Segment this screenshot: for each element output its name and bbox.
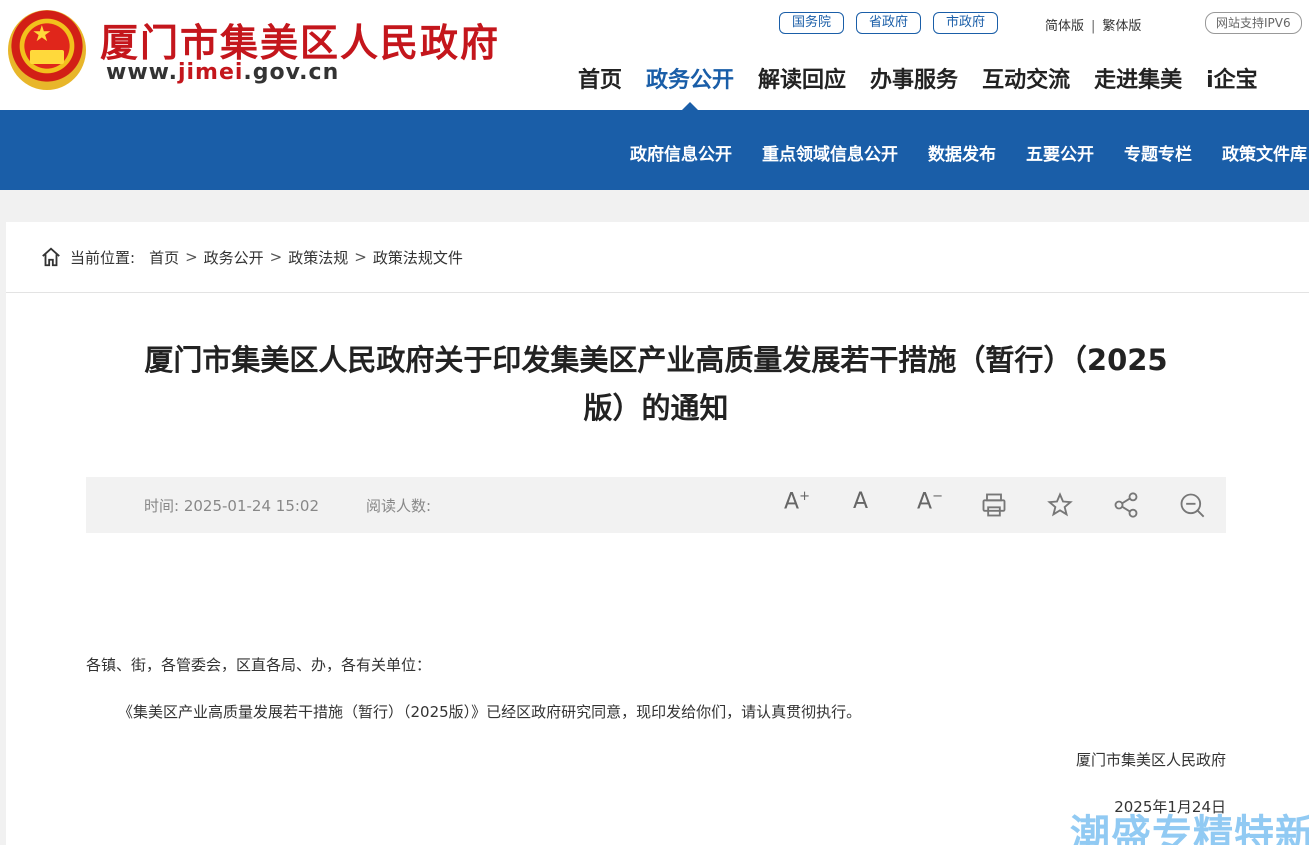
breadcrumb-policy-files[interactable]: 政策法规文件 [373,247,463,268]
breadcrumb-government-affairs[interactable]: 政务公开 [204,247,264,268]
breadcrumb: 当前位置: 首页 > 政务公开 > 政策法规 > 政策法规文件 [40,246,463,268]
paragraph-1: 《集美区产业高质量发展若干措施（暂行）（2025版）》已经区政府研究同意，现印发… [118,703,862,721]
site-url-highlight: jimei [177,60,244,85]
article-title: 厦门市集美区人民政府关于印发集美区产业高质量发展若干措施（暂行）（2025 版）… [86,336,1226,432]
article-meta-bar: 时间: 2025-01-24 15:02 阅读人数: A+ A A− [86,477,1226,533]
star-icon: ★ [32,22,52,47]
subnav-key-areas[interactable]: 重点领域信息公开 [762,140,898,165]
watermark: 潮盛专精特新 [1070,812,1309,845]
time-label: 时间: [144,497,180,515]
subnav-data-release[interactable]: 数据发布 [928,140,996,165]
ipv6-badge: 网站支持IPV6 [1205,12,1302,34]
font-larger-button[interactable]: A+ [784,489,810,514]
nav-about-jimei[interactable]: 走进集美 [1094,62,1182,94]
breadcrumb-separator: > [354,248,367,266]
favorite-star-icon[interactable] [1046,491,1074,519]
gate-icon [30,50,64,64]
nav-interaction[interactable]: 互动交流 [982,62,1070,94]
national-emblem-logo[interactable]: ★ [8,10,86,90]
signature: 厦门市集美区人民政府 [1075,751,1226,769]
subnav-special-topics[interactable]: 专题专栏 [1124,140,1192,165]
article-title-line2: 版）的通知 [583,391,729,425]
nav-services[interactable]: 办事服务 [870,62,958,94]
breadcrumb-label: 当前位置: [70,248,136,267]
lang-separator: | [1091,19,1096,34]
site-url-suffix: .gov.cn [243,60,340,85]
top-links: 国务院 省政府 市政府 [779,12,999,34]
home-icon[interactable] [40,246,62,268]
breadcrumb-home[interactable]: 首页 [149,247,179,268]
main-nav: 首页 政务公开 解读回应 办事服务 互动交流 走进集美 i企宝 [578,62,1282,110]
article-title-line1: 厦门市集美区人民政府关于印发集美区产业高质量发展若干措施（暂行）（2025 [144,343,1168,377]
lang-simplified[interactable]: 简体版 [1045,19,1084,34]
subnav-policy-library[interactable]: 政策文件库 [1222,140,1307,165]
nav-home[interactable]: 首页 [578,62,622,94]
nav-i-enterprise[interactable]: i企宝 [1206,62,1258,94]
lang-traditional[interactable]: 繁体版 [1102,19,1141,34]
print-icon[interactable] [980,491,1008,519]
site-header: ★ 厦门市集美区人民政府 www.jimei.gov.cn 国务院 省政府 市政… [0,0,1309,110]
link-state-council[interactable]: 国务院 [779,12,845,34]
breadcrumb-separator: > [269,248,283,266]
sub-nav-bar: 政府信息公开 重点领域信息公开 数据发布 五要公开 专题专栏 政策文件库 [0,110,1309,190]
share-icon[interactable] [1112,491,1140,519]
salutation: 各镇、街，各管委会，区直各局、办，各有关单位： [86,656,432,674]
sub-nav: 政府信息公开 重点领域信息公开 数据发布 五要公开 专题专栏 政策文件库 [600,140,1307,165]
readers-count-label: 阅读人数: [366,497,432,515]
font-smaller-sup: − [932,489,943,504]
link-city-gov[interactable]: 市政府 [933,12,999,34]
language-switch: 简体版 | 繁体版 [1045,15,1141,34]
publish-time: 时间: 2025-01-24 15:02 [144,495,319,516]
font-normal-button[interactable]: A [853,489,868,514]
font-smaller-glyph: A [917,489,933,515]
link-province-gov[interactable]: 省政府 [856,12,922,34]
font-smaller-button[interactable]: A− [917,489,943,514]
nav-interpretation[interactable]: 解读回应 [758,62,846,94]
site-url-prefix: www. [106,60,178,85]
breadcrumb-separator: > [185,248,198,266]
nav-government-affairs[interactable]: 政务公开 [646,62,734,110]
breadcrumb-divider [6,292,1309,293]
subnav-gov-info[interactable]: 政府信息公开 [630,140,732,165]
breadcrumb-policy-regulations[interactable]: 政策法规 [288,247,348,268]
font-larger-glyph: A [784,489,800,515]
site-url: www.jimei.gov.cn [106,60,339,85]
zoom-out-icon[interactable] [1178,491,1206,519]
article-card: 当前位置: 首页 > 政务公开 > 政策法规 > 政策法规文件 厦门市集美区人民… [6,222,1309,845]
subnav-five-disclosures[interactable]: 五要公开 [1026,140,1094,165]
site-title[interactable]: 厦门市集美区人民政府 [100,12,500,67]
time-value: 2025-01-24 15:02 [183,497,320,515]
font-larger-sup: + [799,489,810,504]
